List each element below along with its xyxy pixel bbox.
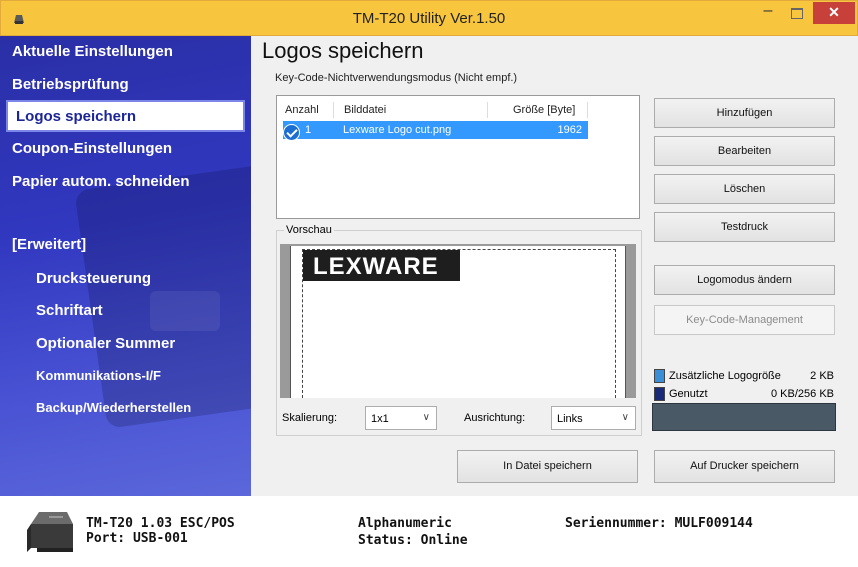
column-header-file[interactable]: Bilddatei	[344, 104, 386, 116]
page-title: Logos speichern	[262, 38, 424, 63]
keycode-management-button[interactable]: Key-Code-Management	[654, 305, 835, 335]
alignment-label: Ausrichtung:	[464, 412, 526, 424]
used-value: 0 KB/256 KB	[771, 388, 834, 400]
additional-size-legend-swatch	[654, 369, 665, 383]
printer-port: Port: USB-001	[86, 531, 188, 546]
sidebar-item-schriftart[interactable]: Schriftart	[36, 302, 103, 319]
row-count: 1	[305, 124, 312, 136]
printer-watermark-detail	[150, 291, 220, 331]
column-header-size[interactable]: Größe [Byte]	[513, 104, 575, 116]
sidebar-item-betriebspruefung[interactable]: Betriebsprüfung	[12, 76, 129, 93]
logo-file-list[interactable]: Anzahl Bilddatei Größe [Byte] 1 Lexware …	[276, 95, 640, 219]
used-label: Genutzt	[669, 388, 708, 400]
checkmark-icon[interactable]	[283, 124, 300, 141]
sidebar-item-optionaler-summer[interactable]: Optionaler Summer	[36, 335, 175, 352]
additional-size-label: Zusätzliche Logogröße	[669, 370, 781, 382]
printer-icon	[27, 512, 73, 552]
scaling-select[interactable]: 1x1 ∨	[365, 406, 437, 430]
additional-size-value: 2 KB	[810, 370, 834, 382]
logo-preview-image: LEXWARE	[303, 250, 460, 281]
memory-usage-bar	[652, 403, 836, 431]
preview-label: Vorschau	[284, 224, 334, 236]
column-header-count[interactable]: Anzahl	[285, 104, 319, 116]
sidebar-section-erweitert: [Erweitert]	[12, 236, 87, 253]
save-to-printer-button[interactable]: Auf Drucker speichern	[654, 450, 835, 483]
sidebar-item-papier-autom-schneiden[interactable]: Papier autom. schneiden	[12, 173, 190, 190]
alignment-select[interactable]: Links ∨	[551, 406, 636, 430]
save-to-file-button[interactable]: In Datei speichern	[457, 450, 638, 483]
chevron-down-icon: ∨	[422, 412, 430, 423]
delete-button[interactable]: Löschen	[654, 174, 835, 204]
sidebar-item-aktuelle-einstellungen[interactable]: Aktuelle Einstellungen	[12, 43, 173, 60]
add-button[interactable]: Hinzufügen	[654, 98, 835, 128]
sidebar-item-backup-wiederherstellen[interactable]: Backup/Wiederherstellen	[36, 400, 191, 415]
sidebar-item-drucksteuerung[interactable]: Drucksteuerung	[36, 270, 151, 287]
maximize-button[interactable]	[783, 4, 809, 24]
sidebar-item-kommunikations-if[interactable]: Kommunikations-I/F	[36, 368, 161, 383]
sidebar-item-logos-speichern[interactable]: Logos speichern	[6, 100, 245, 132]
testprint-button[interactable]: Testdruck	[654, 212, 835, 242]
window-title: TM-T20 Utility Ver.1.50	[352, 10, 506, 27]
table-row[interactable]: 1 Lexware Logo cut.png 1962	[283, 121, 588, 141]
serial-number: Seriennummer: MULF009144	[565, 516, 753, 531]
printer-status: Status: Online	[358, 533, 468, 548]
printer-model: TM-T20 1.03 ESC/POS	[86, 516, 235, 531]
row-size: 1962	[557, 124, 582, 136]
chevron-down-icon: ∨	[621, 412, 629, 423]
sidebar-item-coupon-einstellungen[interactable]: Coupon-Einstellungen	[12, 140, 172, 157]
printer-mode: Alphanumeric	[358, 516, 452, 531]
row-filename: Lexware Logo cut.png	[343, 124, 452, 136]
title-bar: TM-T20 Utility Ver.1.50 – ✕	[0, 0, 858, 36]
scaling-value: 1x1	[371, 413, 389, 425]
alignment-value: Links	[557, 413, 583, 425]
column-separator	[333, 102, 334, 118]
edit-button[interactable]: Bearbeiten	[654, 136, 835, 166]
close-button[interactable]: ✕	[813, 2, 855, 24]
logomode-button[interactable]: Logomodus ändern	[654, 265, 835, 295]
keycode-mode-label: Key-Code-Nichtverwendungsmodus (Nicht em…	[275, 72, 518, 84]
scaling-label: Skalierung:	[282, 412, 338, 424]
minimize-button[interactable]: –	[755, 3, 781, 24]
column-separator	[487, 102, 488, 118]
used-legend-swatch	[654, 387, 665, 401]
column-separator	[587, 102, 588, 118]
